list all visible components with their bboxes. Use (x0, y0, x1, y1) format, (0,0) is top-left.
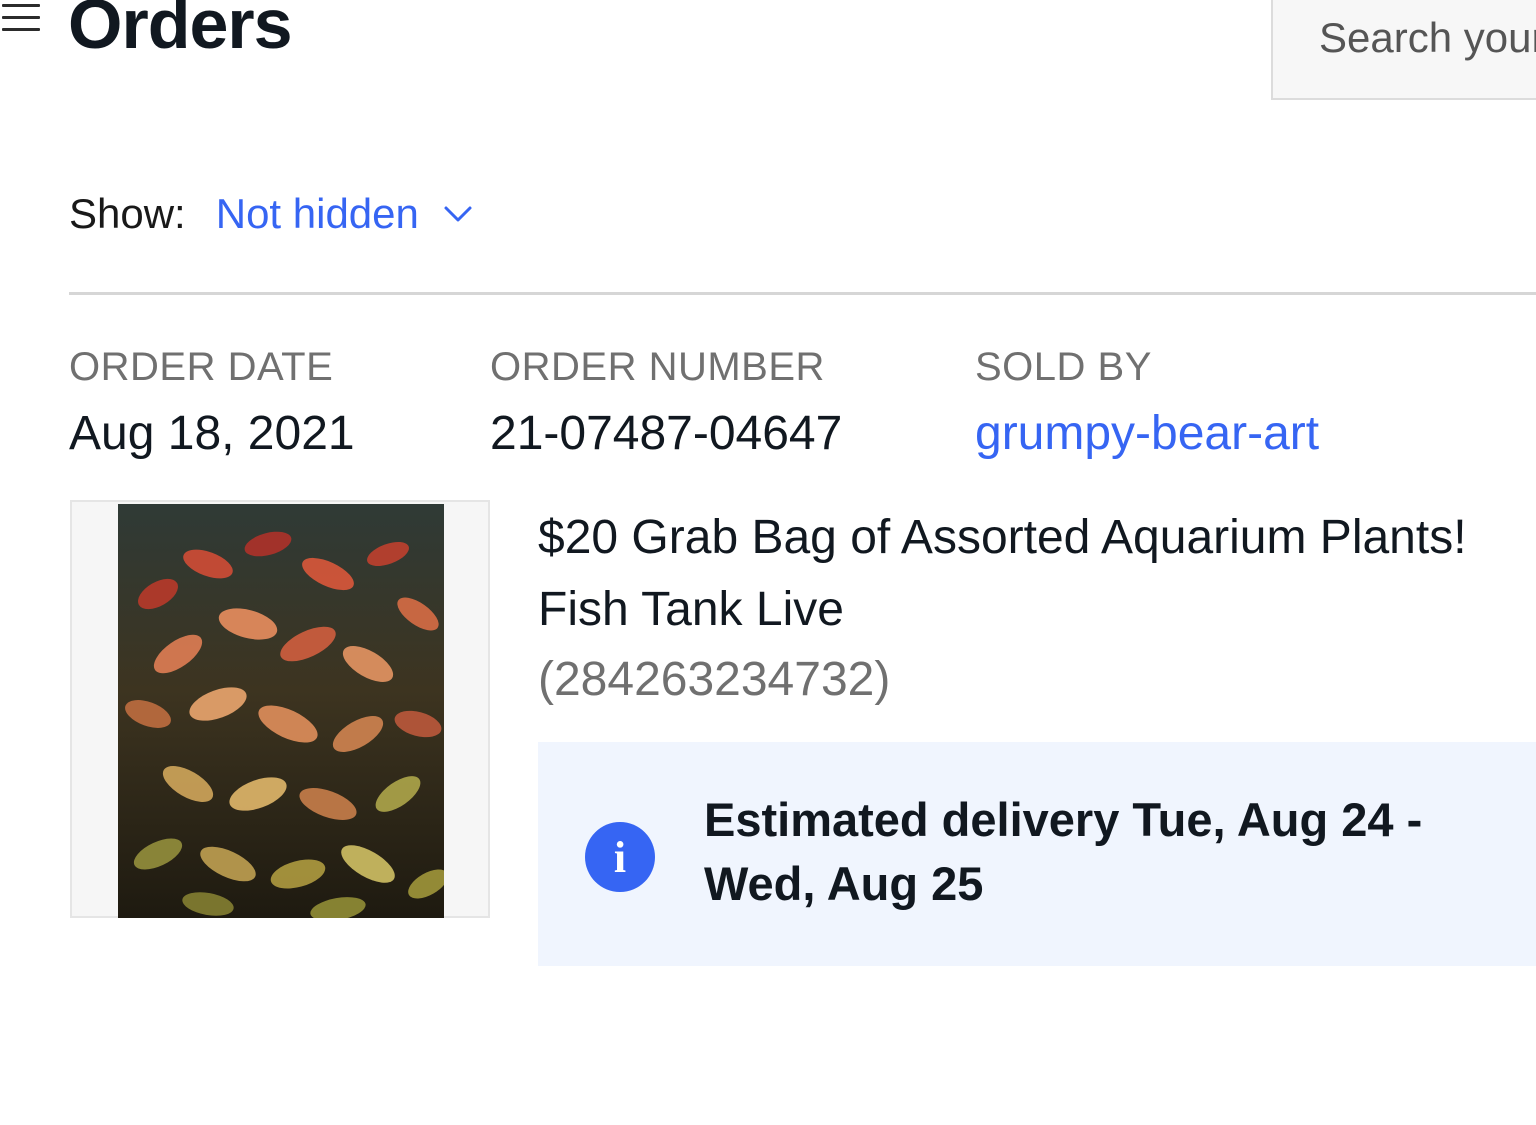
hamburger-menu-icon[interactable] (2, 4, 42, 32)
delivery-info-banner: i Estimated delivery Tue, Aug 24 - Wed, … (538, 742, 1536, 966)
show-filter-dropdown[interactable]: Not hidden (216, 190, 473, 238)
item-title-link[interactable]: $20 Grab Bag of Assorted Aquarium Plants… (538, 502, 1536, 646)
info-icon: i (585, 822, 655, 892)
order-date-value: Aug 18, 2021 (69, 407, 355, 460)
page-title: Orders (68, 0, 293, 63)
item-image-frame[interactable] (70, 500, 490, 918)
sold-by-label: SOLD BY (975, 345, 1152, 389)
order-number-value: 21-07487-04647 (490, 407, 843, 460)
chevron-down-icon (444, 206, 472, 222)
sold-by-value-wrap: grumpy-bear-art (975, 406, 1319, 461)
show-label: Show: (69, 190, 186, 237)
item-number: (284263234732) (538, 653, 891, 706)
orders-page: Orders Show: Not hidden ORDER DATE Aug 1… (0, 0, 1536, 1125)
sold-by-block: SOLD BY grumpy-bear-art (975, 345, 1319, 461)
show-filter: Show: Not hidden (69, 186, 473, 242)
show-filter-value: Not hidden (215, 190, 419, 237)
search-box[interactable] (1271, 0, 1536, 100)
order-date-block: ORDER DATE Aug 18, 2021 (69, 345, 355, 461)
divider (69, 292, 1536, 295)
order-number-block: ORDER NUMBER 21-07487-04647 (490, 345, 842, 461)
seller-link[interactable]: grumpy-bear-art (975, 407, 1319, 460)
search-input[interactable] (1319, 8, 1536, 68)
order-number-label: ORDER NUMBER (490, 345, 825, 389)
order-date-label: ORDER DATE (69, 345, 334, 389)
item-thumbnail-image[interactable] (118, 504, 444, 918)
estimated-delivery-text: Estimated delivery Tue, Aug 24 - Wed, Au… (704, 793, 1423, 910)
